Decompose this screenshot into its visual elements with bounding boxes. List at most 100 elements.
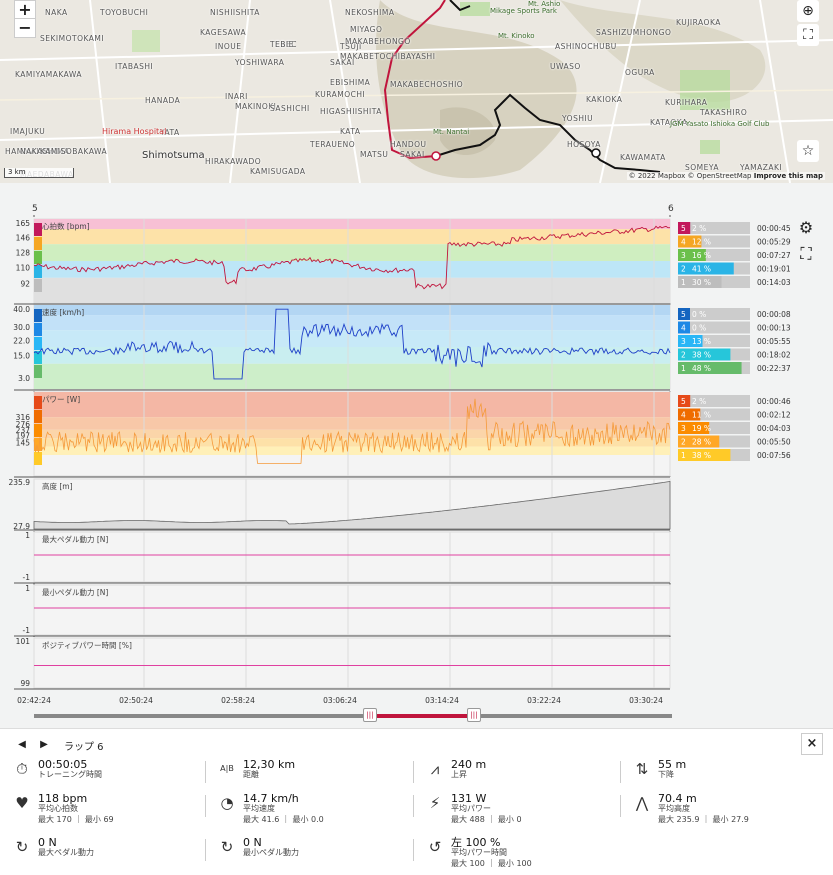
app-root: NAKA TOYOBUCHI NISHIISHITA NEKOSHIMA SEKIMOT… bbox=[0, 0, 833, 875]
prev-lap-button[interactable]: ◀ bbox=[14, 737, 30, 753]
max-pedal-force-icon: ↻ bbox=[15, 838, 29, 856]
y-tick-label: 1 bbox=[25, 531, 30, 540]
stat-value: 131 W bbox=[451, 792, 487, 805]
slider-right-handle[interactable]: ||| bbox=[467, 708, 481, 722]
zone-time: 00:05:55 bbox=[757, 337, 791, 346]
map-place-label: INOUE bbox=[215, 42, 242, 51]
zone-band bbox=[34, 330, 670, 347]
zoom-out-button[interactable]: − bbox=[14, 18, 36, 38]
map-place-label: EBISHIMA bbox=[330, 78, 371, 87]
y-tick-label: 92 bbox=[20, 280, 30, 289]
stat-minmax: 最大 41.6 ｜ 最小 0.0 bbox=[243, 815, 324, 824]
zone-percent: 0 % bbox=[692, 310, 706, 319]
stat-label: 上昇 bbox=[451, 770, 467, 779]
chart-panel-title: 高度 [m] bbox=[42, 481, 73, 491]
map-place-label: SAKAI bbox=[400, 150, 425, 159]
stat-divider bbox=[413, 761, 414, 783]
chart-panel-title: 最小ペダル動力 [N] bbox=[42, 587, 108, 597]
zone-band bbox=[34, 429, 670, 439]
zone-band bbox=[34, 219, 670, 230]
next-lap-button[interactable]: ▶ bbox=[36, 737, 52, 753]
zone-number: 1 bbox=[681, 451, 686, 460]
stat-item: ↻ 0 N 最小ペダル動力 bbox=[217, 837, 299, 858]
zone-time: 00:19:01 bbox=[757, 265, 791, 274]
map-place-label: MAKABEHONGO bbox=[345, 37, 411, 46]
stat-label: トレーニング時間 bbox=[38, 770, 102, 779]
y-tick-label: 235.9 bbox=[9, 478, 31, 487]
map-place-label: HOSOYA bbox=[567, 140, 601, 149]
chart-panel-4[interactable] bbox=[33, 531, 671, 583]
zone-number: 2 bbox=[681, 351, 686, 360]
altitude-icon: ⋀ bbox=[635, 794, 649, 812]
y-tick-label: 101 bbox=[16, 637, 31, 646]
stat-divider bbox=[413, 839, 414, 861]
zone-band bbox=[34, 363, 670, 389]
zone-bar-fill bbox=[688, 308, 690, 320]
stat-item: ↺ 左 100 % 平均パワー時間 最大 100 ｜ 最小 100 bbox=[425, 837, 532, 869]
zone-percent: 30 % bbox=[692, 278, 711, 287]
map-place-label: YOSHIU bbox=[562, 114, 594, 123]
chart-fullscreen-icon[interactable]: ⛶ bbox=[795, 243, 817, 265]
charts-svg[interactable]: 5 6心拍数 [bpm]16514612811092速度 [km/h]40.030… bbox=[0, 183, 833, 728]
stat-item: ⚡ 131 W 平均パワー 最大 488 ｜ 最小 0 bbox=[425, 793, 522, 825]
chart-panel-title: パワー [W] bbox=[42, 395, 80, 404]
map-place-label: KURAMOCHI bbox=[315, 90, 366, 99]
fullscreen-icon[interactable]: ⛶ bbox=[797, 24, 819, 46]
map-place-label: Hirama Hospital bbox=[102, 127, 167, 136]
map-place-label: Mt. Ashio bbox=[528, 0, 561, 8]
x-tick-label: 02:50:24 bbox=[119, 696, 153, 705]
map-place-label: KAKIOKA bbox=[586, 95, 623, 104]
zone-number: 3 bbox=[681, 424, 686, 433]
zone-band bbox=[34, 305, 670, 316]
close-button[interactable]: × bbox=[801, 733, 823, 755]
star-icon[interactable]: ☆ bbox=[797, 140, 819, 162]
stat-item: ⏱ 00:50:05 トレーニング時間 bbox=[12, 759, 102, 780]
stat-item: ♥ 118 bpm 平均心拍数 最大 170 ｜ 最小 69 bbox=[12, 793, 114, 825]
map-place-label: JGM Yasato Ishioka Golf Club bbox=[670, 120, 770, 128]
chart-panel-title: 速度 [km/h] bbox=[42, 307, 84, 317]
slider-left-handle[interactable]: ||| bbox=[363, 708, 377, 722]
zone-percent: 48 % bbox=[692, 364, 711, 373]
zone-percent: 2 % bbox=[692, 397, 706, 406]
locate-icon[interactable]: ⊕ bbox=[797, 0, 819, 22]
stopwatch-icon: ⏱ bbox=[16, 760, 28, 778]
stat-item: ⋀ 70.4 m 平均高度 最大 235.9 ｜ 最小 27.9 bbox=[632, 793, 749, 825]
route-map[interactable]: NAKA TOYOBUCHI NISHIISHITA NEKOSHIMA SEKIMOT… bbox=[0, 0, 833, 183]
time-range-slider[interactable]: ||| ||| bbox=[34, 708, 672, 722]
stat-label: 最大ペダル動力 bbox=[38, 848, 94, 857]
zone-stripe bbox=[34, 424, 42, 437]
stat-item: ↻ 0 N 最大ペダル動力 bbox=[12, 837, 94, 858]
stat-label: 平均高度 bbox=[658, 804, 690, 813]
zoom-in-button[interactable]: + bbox=[14, 0, 36, 20]
map-place-label: KATA bbox=[340, 127, 361, 136]
map-place-label: INARI bbox=[225, 92, 248, 101]
map-place-label: NAKA bbox=[45, 8, 68, 17]
map-place-label: Mt. Kinoko bbox=[498, 32, 535, 40]
chart-settings-gear-icon[interactable]: ⚙ bbox=[795, 217, 817, 239]
map-place-label: KAMIYAMAKAWA bbox=[15, 70, 82, 79]
stat-value: 55 m bbox=[658, 758, 687, 771]
chart-panel-title: 最大ペダル動力 [N] bbox=[42, 534, 108, 544]
map-place-label: SEKIMOTOKAMI bbox=[40, 34, 105, 43]
stat-value: 70.4 m bbox=[658, 792, 697, 805]
stat-value: 14.7 km/h bbox=[243, 792, 299, 805]
distance-icon: A|B bbox=[220, 764, 234, 773]
map-place-label: KUJIRAOKA bbox=[676, 18, 721, 27]
zone-percent: 12 % bbox=[692, 238, 711, 247]
stat-divider bbox=[413, 795, 414, 817]
chart-panel-title: ポジティブパワー時間 [%] bbox=[42, 640, 132, 650]
zone-number: 2 bbox=[681, 438, 686, 447]
stat-minmax: 最大 488 ｜ 最小 0 bbox=[451, 815, 522, 824]
improve-map-link[interactable]: Improve this map bbox=[754, 172, 823, 180]
zone-number: 3 bbox=[681, 251, 686, 260]
zone-stripe bbox=[34, 279, 42, 292]
zone-bar-fill bbox=[688, 395, 691, 407]
y-tick-label: 110 bbox=[16, 264, 31, 273]
stat-label: 平均パワー時間 bbox=[451, 848, 507, 857]
map-place-label: KAWAMATA bbox=[620, 153, 666, 162]
stat-minmax: 最大 170 ｜ 最小 69 bbox=[38, 815, 114, 824]
chart-panel-5[interactable] bbox=[33, 584, 671, 636]
stat-value: 00:50:05 bbox=[38, 758, 88, 771]
zone-time: 00:05:29 bbox=[757, 238, 791, 247]
map-place-label: MATSU bbox=[360, 150, 389, 159]
